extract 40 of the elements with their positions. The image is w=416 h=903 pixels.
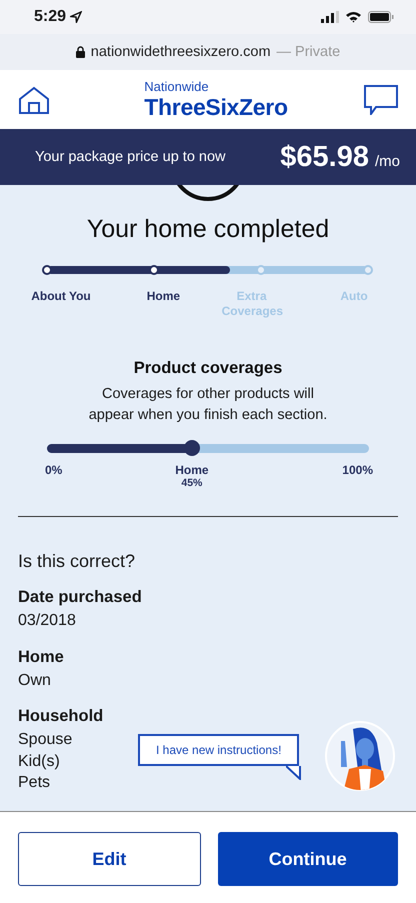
marker-value: 45% — [181, 477, 202, 489]
step-label: About You — [31, 289, 91, 305]
summary-value: 03/2018 — [18, 611, 76, 631]
price-label: Your package price up to now — [35, 149, 226, 165]
confirm-question: Is this correct? — [18, 551, 136, 572]
meter-end-label: 100% — [342, 463, 373, 477]
signal-icon — [321, 11, 339, 23]
coverages-title: Product coverages — [132, 359, 284, 378]
assistant-message[interactable]: I have new instructions! — [138, 734, 300, 766]
assistant-avatar[interactable] — [325, 721, 395, 791]
chat-icon[interactable] — [364, 84, 398, 114]
app-logo: ThreeSixZero — [144, 94, 288, 120]
browsing-mode: — Private — [276, 44, 340, 60]
section-title: Your home completed — [86, 215, 330, 244]
edit-button[interactable]: Edit — [18, 832, 200, 886]
price-amount: $65.98 — [280, 140, 369, 174]
url-address[interactable]: nationwidethreesixzero.com — [90, 44, 271, 60]
step-label: Extra Coverages — [222, 289, 282, 319]
location-arrow-icon — [70, 11, 82, 23]
price-unit: /mo — [374, 152, 400, 170]
meter-start-label: 0% — [45, 463, 62, 477]
battery-icon — [368, 11, 394, 23]
step-label: Auto — [339, 289, 369, 305]
wifi-icon — [345, 11, 362, 23]
coverages-description: Coverages for other products will appear when you finish each section. — [88, 385, 328, 425]
summary-label: Home — [18, 646, 64, 668]
marker-label: Home — [175, 463, 209, 477]
home-icon[interactable] — [18, 86, 50, 114]
summary-label: Household — [18, 706, 104, 727]
summary-value: Spouse — [18, 730, 72, 750]
summary-value: Own — [18, 670, 51, 690]
lock-icon — [76, 46, 85, 58]
summary-label: Date purchased — [18, 587, 142, 608]
step-label: Home — [146, 289, 182, 305]
summary-value: Kid(s) — [18, 752, 60, 772]
speech-tail-icon — [286, 766, 304, 780]
continue-button[interactable]: Continue — [218, 832, 398, 886]
summary-value: Pets — [18, 773, 50, 793]
clock-time: 5:29 — [34, 8, 66, 26]
brand-name: Nationwide — [144, 80, 209, 94]
